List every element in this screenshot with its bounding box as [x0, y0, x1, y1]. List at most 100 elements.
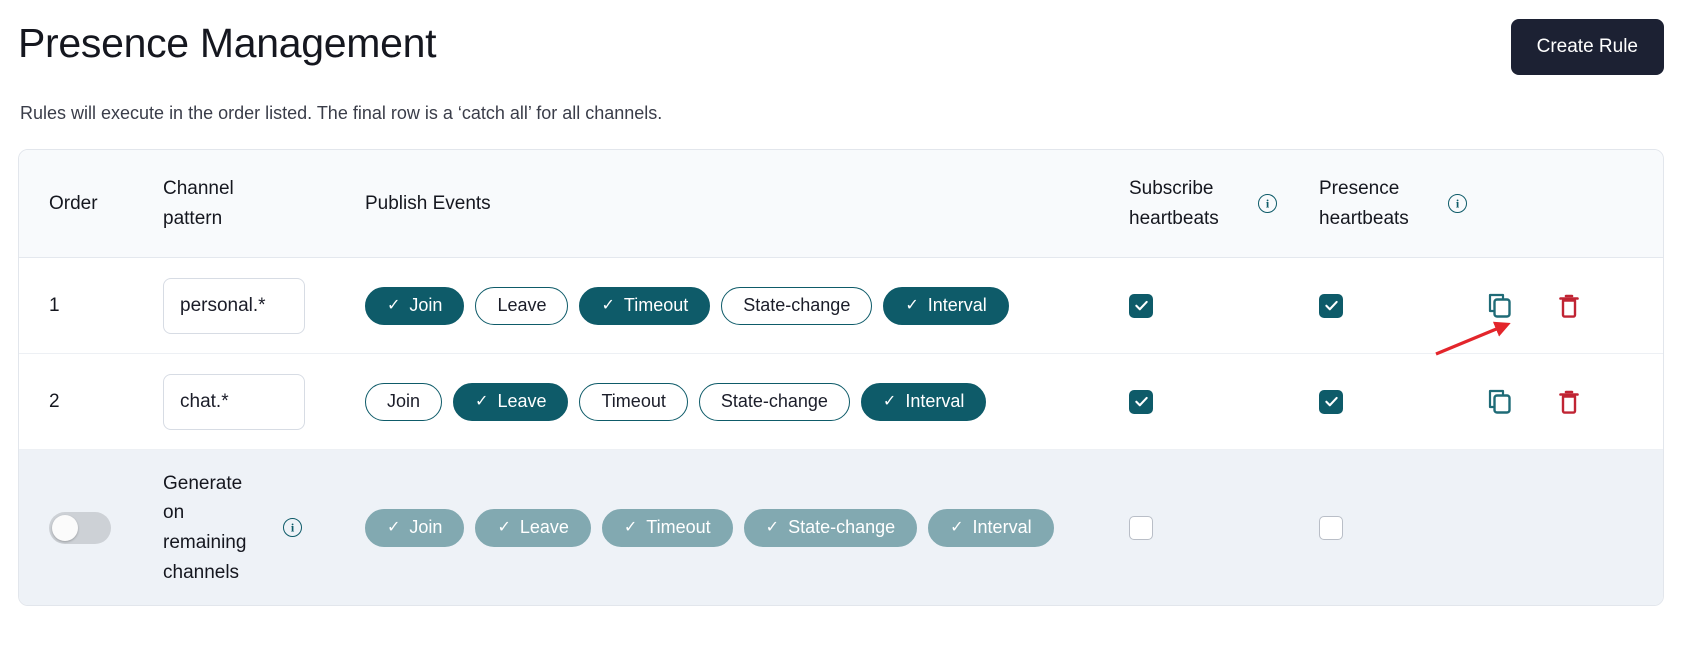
event-pill-group: Join ✓ Leave Timeout State-change ✓ Interval — [365, 382, 987, 421]
pill-check-icon: ✓ — [475, 392, 489, 410]
pill-check-icon: ✓ — [387, 296, 401, 314]
catch-all-subscribe-heartbeats-checkbox[interactable] — [1129, 515, 1153, 540]
event-pill-state-change[interactable]: State-change — [721, 286, 873, 325]
event-pill-leave[interactable]: Leave — [475, 286, 569, 325]
event-pill-leave[interactable]: ✓ Leave — [453, 382, 569, 421]
page-subtitle: Rules will execute in the order listed. … — [20, 103, 663, 123]
pill-check-icon: ✓ — [882, 392, 897, 410]
event-pill-timeout[interactable]: Timeout — [579, 382, 688, 421]
event-pill-leave: ✓ Leave — [475, 508, 591, 547]
event-pill-label: Interval — [972, 517, 1032, 538]
check-icon — [1324, 301, 1338, 311]
table-row: 2 Join ✓ Leave Timeout State-change ✓ Interval — [19, 354, 1663, 451]
column-header-channel-pattern: Channel pattern — [163, 178, 234, 229]
row-order-number: 1 — [49, 294, 60, 316]
pill-check-icon: ✓ — [387, 518, 401, 536]
row-events-cell: ✓ Join Leave ✓ Timeout State-change ✓ Interval — [353, 258, 1087, 353]
catch-all-actions-cell — [1467, 450, 1663, 605]
row-actions-cell — [1467, 354, 1663, 449]
event-pill-label: Timeout — [623, 295, 689, 316]
column-header-presence-heartbeats: Presence heartbeats i — [1277, 150, 1467, 257]
presence-rules-table: Order Channel pattern Publish Events Sub… — [18, 149, 1664, 607]
row-channel-cell — [163, 354, 353, 449]
event-pill-label: Timeout — [646, 517, 711, 538]
event-pill-label: Timeout — [601, 391, 666, 412]
channel-pattern-input[interactable] — [163, 373, 305, 430]
pill-check-icon: ✓ — [765, 518, 780, 536]
duplicate-rule-button[interactable] — [1487, 388, 1513, 416]
row-subscribe-heartbeats-cell — [1087, 354, 1277, 449]
catch-all-label: Generate on remaining channels — [163, 472, 247, 583]
event-pill-group: ✓ Join Leave ✓ Timeout State-change ✓ Interval — [365, 286, 1009, 325]
event-pill-label: Leave — [519, 517, 569, 538]
check-icon — [1134, 301, 1148, 311]
event-pill-label: Join — [387, 391, 421, 412]
catch-all-info-icon[interactable]: i — [283, 518, 302, 538]
event-pill-label: Interval — [905, 391, 965, 412]
pill-check-icon: ✓ — [497, 518, 511, 536]
event-pill-join[interactable]: Join — [365, 382, 443, 421]
column-header-subscribe-heartbeats: Subscribe heartbeats i — [1087, 150, 1277, 257]
event-pill-interval[interactable]: ✓ Interval — [860, 382, 987, 421]
row-actions-cell — [1467, 258, 1663, 353]
event-pill-timeout[interactable]: ✓ Timeout — [579, 286, 711, 325]
create-rule-button[interactable]: Create Rule — [1510, 19, 1664, 75]
copy-icon — [1488, 293, 1511, 318]
catch-all-event-pills: ✓ Join ✓ Leave ✓ Timeout ✓ State-change ✓ Interva… — [365, 508, 1054, 547]
table-row: 1 ✓ Join Leave ✓ Timeout State-change ✓ Interval — [19, 258, 1663, 355]
row-order-cell: 1 — [19, 258, 163, 353]
pill-check-icon: ✓ — [623, 518, 638, 536]
delete-rule-button[interactable] — [1557, 292, 1581, 320]
channel-pattern-input[interactable] — [163, 277, 305, 334]
event-pill-interval: ✓ Interval — [928, 508, 1054, 547]
subscribe-heartbeats-checkbox[interactable] — [1129, 389, 1153, 414]
pill-check-icon: ✓ — [905, 296, 919, 314]
catch-all-label-cell: Generate on remaining channels i — [163, 450, 353, 605]
event-pill-join: ✓ Join — [365, 508, 465, 547]
event-pill-interval[interactable]: ✓ Interval — [883, 286, 1009, 325]
event-pill-label: Leave — [497, 391, 547, 412]
column-header-publish-events: Publish Events — [365, 193, 491, 215]
trash-icon — [1559, 294, 1579, 318]
table-body: 1 ✓ Join Leave ✓ Timeout State-change ✓ Interval… — [19, 258, 1663, 451]
subscribe-heartbeats-checkbox[interactable] — [1129, 293, 1153, 318]
event-pill-label: Join — [409, 517, 443, 538]
event-pill-timeout: ✓ Timeout — [601, 508, 733, 547]
catch-all-toggle-cell — [19, 450, 163, 605]
event-pill-label: State-change — [743, 295, 851, 316]
table-header-row: Order Channel pattern Publish Events Sub… — [19, 150, 1663, 259]
event-pill-state-change[interactable]: State-change — [698, 382, 850, 421]
catch-all-row: Generate on remaining channels i ✓ Join ✓ L… — [19, 450, 1663, 606]
pill-check-icon: ✓ — [601, 296, 615, 314]
event-pill-state-change: ✓ State-change — [743, 508, 918, 547]
row-subscribe-heartbeats-cell — [1087, 258, 1277, 353]
page-title: Presence Management — [18, 20, 437, 66]
row-order-cell: 2 — [19, 354, 163, 449]
event-pill-label: Leave — [497, 295, 547, 316]
event-pill-label: State-change — [720, 391, 828, 412]
row-order-number: 2 — [49, 390, 60, 412]
row-events-cell: Join ✓ Leave Timeout State-change ✓ Interval — [353, 354, 1087, 449]
catch-all-events-cell: ✓ Join ✓ Leave ✓ Timeout ✓ State-change ✓ Interva… — [353, 450, 1087, 605]
catch-all-subscribe-heartbeats-cell — [1087, 450, 1277, 605]
row-presence-heartbeats-cell — [1277, 258, 1467, 353]
catch-all-presence-heartbeats-cell — [1277, 450, 1467, 605]
presence-heartbeats-checkbox[interactable] — [1319, 389, 1343, 414]
event-pill-join[interactable]: ✓ Join — [365, 286, 465, 325]
toggle-knob — [52, 514, 78, 541]
delete-rule-button[interactable] — [1557, 388, 1581, 416]
presence-heartbeats-checkbox[interactable] — [1319, 293, 1343, 318]
subscribe-heartbeats-info-icon[interactable]: i — [1258, 194, 1277, 214]
row-channel-cell — [163, 258, 353, 353]
presence-heartbeats-info-icon[interactable]: i — [1448, 194, 1467, 214]
copy-icon — [1488, 389, 1511, 414]
event-pill-label: Join — [409, 295, 443, 316]
event-pill-label: Interval — [927, 295, 987, 316]
column-header-actions — [1467, 150, 1663, 257]
catch-all-toggle[interactable] — [49, 511, 111, 544]
presence-management-page: Presence Management Create Rule Rules wi… — [0, 0, 1682, 668]
event-pill-label: State-change — [788, 517, 896, 538]
duplicate-rule-button[interactable] — [1487, 292, 1513, 320]
catch-all-presence-heartbeats-checkbox[interactable] — [1319, 515, 1343, 540]
pill-check-icon: ✓ — [950, 518, 964, 536]
